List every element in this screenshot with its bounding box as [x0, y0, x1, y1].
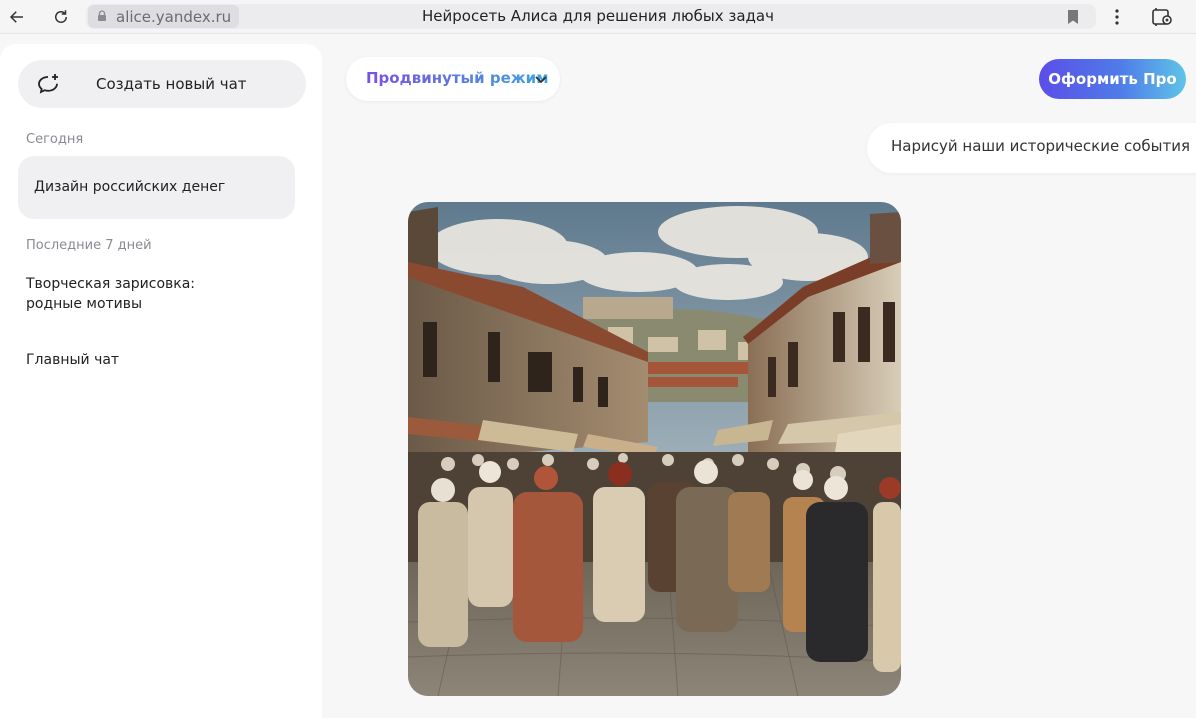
back-button[interactable] — [0, 0, 34, 34]
url-text: alice.yandex.ru — [116, 7, 232, 26]
chat-item-label: Творческая зарисовка: родные мотивы — [26, 276, 196, 312]
user-message: Нарисуй наши исторические события — [867, 123, 1196, 173]
mode-label: Продвинутый режим — [366, 69, 549, 87]
historic-market-street-picture — [408, 202, 901, 696]
chevron-down-icon — [535, 76, 547, 84]
reload-icon — [55, 10, 67, 23]
mode-selector[interactable]: Продвинутый режим — [346, 57, 560, 101]
get-pro-button[interactable]: Оформить Про — [1039, 59, 1186, 99]
generated-image[interactable] — [408, 202, 901, 696]
chat-item-creative-sketch[interactable]: Творческая зарисовка: родные мотивы — [18, 274, 248, 320]
arrow-left-icon — [9, 11, 23, 23]
new-chat-button[interactable]: Создать новый чат — [18, 60, 306, 108]
screenshot-extension-icon[interactable] — [1150, 5, 1174, 29]
bookmark-icon[interactable] — [1062, 6, 1084, 28]
new-chat-icon — [38, 74, 58, 94]
lock-icon — [98, 10, 106, 21]
user-message-text: Нарисуй наши исторические события — [891, 137, 1190, 155]
chat-item-label: Дизайн российских денег — [34, 179, 226, 195]
section-label-last-7-days: Последние 7 дней — [26, 238, 152, 253]
browser-toolbar: alice.yandex.ru Нейросеть Алиса для реше… — [0, 0, 1196, 34]
section-label-today: Сегодня — [26, 132, 84, 147]
reload-button[interactable] — [44, 0, 78, 34]
chat-item-main[interactable]: Главный чат — [18, 350, 295, 372]
chat-sidebar: Создать новый чат Сегодня Дизайн российс… — [0, 44, 322, 718]
message-actions — [412, 708, 472, 718]
chat-item-label: Главный чат — [26, 352, 120, 368]
url-chip[interactable]: alice.yandex.ru — [88, 5, 240, 28]
chat-item-money-design[interactable]: Дизайн российских денег — [18, 156, 295, 219]
kebab-menu-icon[interactable] — [1106, 6, 1128, 28]
new-chat-label: Создать новый чат — [96, 75, 247, 93]
